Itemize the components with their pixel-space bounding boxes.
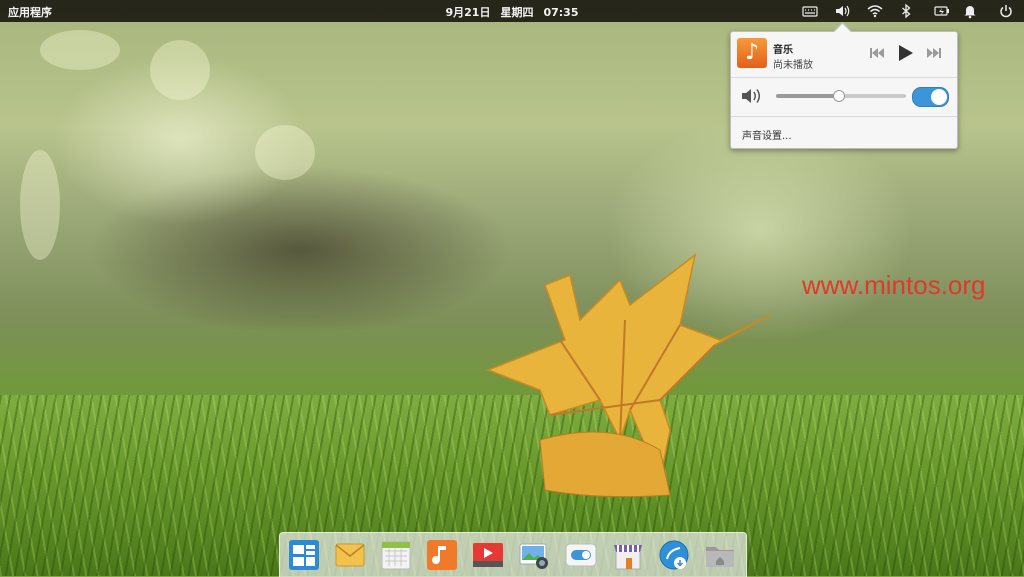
power-icon[interactable] bbox=[998, 3, 1014, 19]
volume-slider[interactable] bbox=[776, 90, 906, 102]
photos-icon[interactable] bbox=[518, 539, 550, 571]
previous-track-button[interactable] bbox=[868, 44, 886, 62]
divider bbox=[731, 77, 957, 78]
top-panel: 应用程序 9月21日 星期四 07:35 bbox=[0, 0, 1024, 22]
keyboard-icon[interactable] bbox=[802, 3, 818, 19]
volume-icon[interactable] bbox=[834, 3, 850, 19]
bokeh-light bbox=[150, 40, 210, 100]
toggle-knob bbox=[931, 89, 947, 105]
datetime-indicator[interactable]: 9月21日 星期四 07:35 bbox=[440, 4, 584, 20]
downloader-icon[interactable] bbox=[658, 539, 690, 571]
divider bbox=[731, 116, 957, 117]
volume-slider-handle[interactable] bbox=[833, 90, 846, 102]
dock bbox=[279, 532, 747, 577]
applications-menu[interactable]: 应用程序 bbox=[8, 4, 52, 20]
player-status: 尚未播放 bbox=[773, 60, 813, 71]
volume-slider-fill bbox=[776, 94, 839, 98]
player-name: 音乐 bbox=[773, 45, 793, 56]
date-label: 9月21日 bbox=[445, 6, 491, 19]
watermark-text: www.mintos.org bbox=[802, 270, 986, 300]
file-manager-icon[interactable] bbox=[704, 539, 736, 571]
calendar-icon[interactable] bbox=[380, 539, 412, 571]
play-button[interactable] bbox=[896, 44, 914, 62]
settings-icon[interactable] bbox=[565, 539, 597, 571]
bluetooth-icon[interactable] bbox=[898, 3, 914, 19]
speaker-icon[interactable] bbox=[740, 86, 764, 106]
next-track-button[interactable] bbox=[925, 44, 943, 62]
mail-icon[interactable] bbox=[334, 539, 366, 571]
time-label: 07:35 bbox=[543, 6, 579, 19]
sound-output-toggle[interactable] bbox=[912, 87, 949, 107]
sound-settings-link[interactable]: 声音设置... bbox=[742, 127, 792, 142]
maple-leaf-image bbox=[485, 253, 771, 498]
weekday-label: 星期四 bbox=[500, 6, 534, 19]
bokeh-light bbox=[40, 30, 120, 70]
bokeh-light bbox=[20, 150, 60, 260]
wifi-icon[interactable] bbox=[867, 3, 883, 19]
notification-bell-icon[interactable] bbox=[962, 3, 978, 19]
videos-icon[interactable] bbox=[472, 539, 504, 571]
app-store-icon[interactable] bbox=[612, 539, 644, 571]
music-icon[interactable] bbox=[426, 539, 458, 571]
music-app-icon[interactable]: ♪ bbox=[737, 38, 767, 68]
multitasking-view-icon[interactable] bbox=[288, 539, 320, 571]
battery-icon[interactable] bbox=[934, 3, 950, 19]
bokeh-light bbox=[255, 125, 315, 180]
sound-popover: ♪ 音乐 尚未播放 声音设置... bbox=[730, 31, 958, 149]
